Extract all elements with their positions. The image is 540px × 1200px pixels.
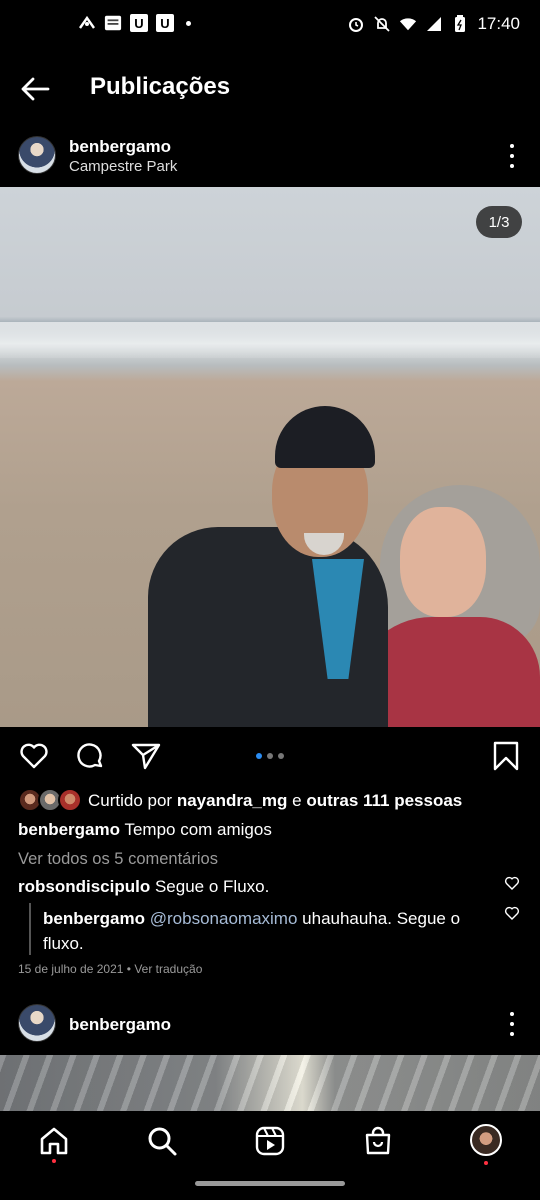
likes-text: Curtido por nayandra_mg e outras 111 pes…	[88, 791, 462, 811]
gesture-home-bar[interactable]	[195, 1181, 345, 1186]
comment-icon[interactable]	[74, 740, 106, 772]
profile-avatar[interactable]	[470, 1124, 502, 1156]
search-icon[interactable]	[146, 1125, 178, 1157]
comment-like-heart-icon[interactable]	[504, 875, 520, 891]
status-bar: U U 17:40	[0, 0, 540, 52]
page-header: Publicações	[0, 60, 540, 118]
likes-summary[interactable]: Curtido por nayandra_mg e outras 111 pes…	[18, 787, 528, 815]
bookmark-icon[interactable]	[490, 740, 522, 772]
post-date: 15 de julho de 2021 • Ver tradução	[18, 962, 202, 976]
home-icon[interactable]	[38, 1125, 70, 1157]
avatar[interactable]	[18, 1004, 56, 1042]
carousel-dot	[278, 753, 284, 759]
likes-user[interactable]: nayandra_mg	[177, 791, 288, 810]
likes-others[interactable]: outras 111 pessoas	[306, 791, 462, 810]
date-separator: •	[126, 962, 131, 976]
bottom-nav	[0, 1111, 540, 1200]
view-all-comments-link[interactable]: Ver todos os 5 comentários	[18, 850, 218, 869]
signal-tower-icon	[78, 14, 96, 32]
liker-avatars	[18, 788, 84, 814]
page-title: Publicações	[90, 73, 231, 100]
more-options-icon[interactable]	[502, 1012, 522, 1036]
home-notification-dot	[52, 1159, 56, 1163]
image-counter: 1/3	[476, 206, 522, 238]
post-date-text: 15 de julho de 2021	[18, 962, 124, 976]
status-left-icons: U U	[78, 14, 191, 32]
reply-like-heart-icon[interactable]	[504, 905, 520, 921]
u-app-icon: U	[130, 14, 148, 32]
comment-username[interactable]: robsondiscipulo	[18, 877, 150, 896]
photo-ocean	[0, 322, 540, 358]
carousel-dot-active	[256, 753, 262, 759]
wifi-icon	[399, 15, 417, 33]
share-icon[interactable]	[130, 740, 162, 772]
reply-thread-line	[29, 903, 31, 955]
shop-icon[interactable]	[362, 1125, 394, 1157]
mute-icon	[373, 15, 391, 33]
heart-icon[interactable]	[18, 740, 50, 772]
bible-app-icon	[104, 14, 122, 32]
post-location[interactable]: Campestre Park	[69, 158, 177, 175]
status-right-icons: 17:40	[347, 14, 520, 34]
post-header: benbergamo Campestre Park	[0, 130, 540, 186]
reply-comment: benbergamo @robsonaomaximo uhauhauha. Se…	[43, 906, 493, 956]
photo-person-woman-face	[400, 507, 486, 617]
signal-icon	[425, 15, 443, 33]
likes-joiner: e	[292, 791, 302, 810]
post-caption: benbergamo Tempo com amigos	[18, 820, 272, 840]
post-header-2: benbergamo	[0, 998, 540, 1052]
post-image[interactable]	[0, 187, 540, 727]
dot-icon	[186, 20, 191, 26]
battery-icon	[451, 15, 469, 33]
carousel-dot	[267, 753, 273, 759]
reply-mention[interactable]: @robsonaomaximo	[150, 909, 298, 928]
u-app-icon: U	[156, 14, 174, 32]
carousel-indicator	[256, 753, 284, 759]
reply-username[interactable]: benbergamo	[43, 909, 145, 928]
post-username[interactable]: benbergamo	[69, 137, 171, 157]
post-image-2[interactable]	[0, 1055, 540, 1111]
arrow-left-icon[interactable]	[18, 74, 52, 104]
caption-text: Tempo com amigos	[124, 820, 272, 839]
post-actions	[0, 738, 540, 778]
comment: robsondiscipulo Segue o Fluxo.	[18, 877, 269, 897]
alarm-icon	[347, 15, 365, 33]
status-time: 17:40	[477, 14, 520, 33]
more-options-icon[interactable]	[502, 144, 522, 168]
see-translation-link[interactable]: Ver tradução	[134, 962, 202, 976]
caption-username[interactable]: benbergamo	[18, 820, 120, 839]
photo2-texture	[0, 1055, 540, 1111]
avatar[interactable]	[18, 136, 56, 174]
photo-person-man-cap	[275, 406, 375, 468]
reels-icon[interactable]	[254, 1125, 286, 1157]
profile-notification-dot	[484, 1161, 488, 1165]
liker-avatar	[58, 788, 82, 812]
likes-prefix: Curtido por	[88, 791, 173, 810]
post-username[interactable]: benbergamo	[69, 1015, 171, 1035]
comment-text: Segue o Fluxo.	[154, 877, 270, 896]
